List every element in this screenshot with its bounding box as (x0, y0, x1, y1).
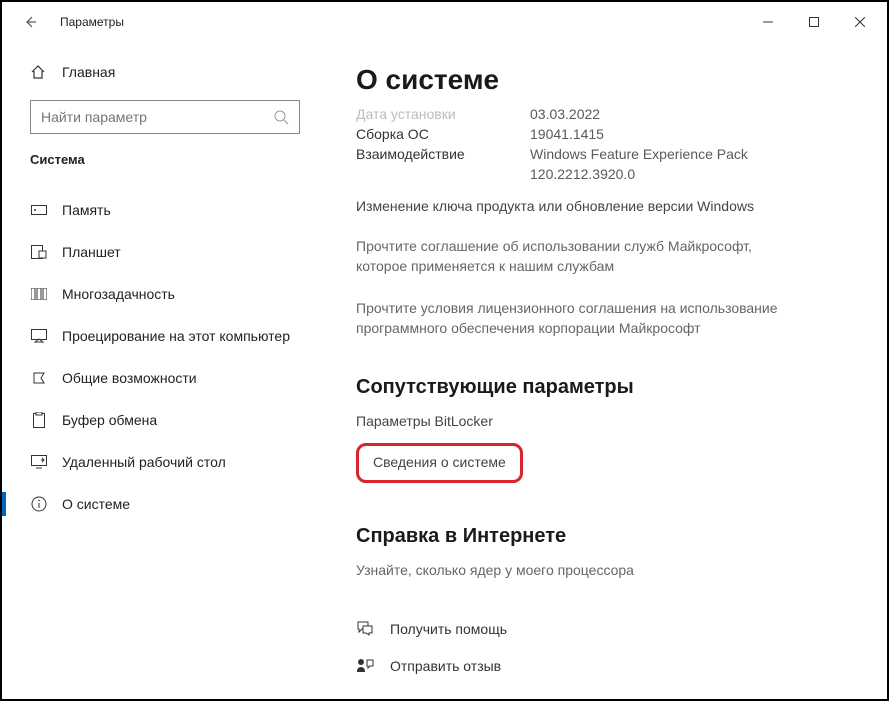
feedback-icon (356, 658, 376, 674)
install-date-label: Дата установки (356, 104, 530, 124)
home-icon (30, 64, 48, 80)
install-date-value: 03.03.2022 (530, 104, 600, 124)
license-terms-link[interactable]: Прочтите условия лицензионного соглашени… (356, 298, 796, 338)
help-heading: Справка в Интернете (356, 525, 851, 548)
storage-icon (30, 205, 48, 215)
experience-label: Взаимодействие (356, 144, 530, 184)
feedback-link[interactable]: Отправить отзыв (356, 658, 851, 674)
get-help-link[interactable]: Получить помощь (356, 620, 851, 638)
minimize-button[interactable] (745, 6, 791, 38)
multitasking-icon (30, 288, 48, 300)
close-button[interactable] (837, 6, 883, 38)
sidebar-item-clipboard[interactable]: Буфер обмена (2, 399, 322, 441)
maximize-button[interactable] (791, 6, 837, 38)
section-label: Система (2, 152, 322, 167)
search-input[interactable] (30, 100, 300, 134)
home-link[interactable]: Главная (2, 56, 322, 88)
os-build-value: 19041.1415 (530, 124, 604, 144)
back-button[interactable] (16, 8, 44, 36)
page-heading: О системе (356, 64, 851, 96)
about-icon (30, 496, 48, 512)
remote-icon (30, 455, 48, 469)
home-label: Главная (62, 64, 115, 80)
change-product-key-link[interactable]: Изменение ключа продукта или обновление … (356, 198, 851, 214)
sidebar-item-shared[interactable]: Общие возможности (2, 357, 322, 399)
tablet-icon (30, 245, 48, 259)
chat-icon (356, 620, 376, 638)
sidebar-item-multitasking[interactable]: Многозадачность (2, 273, 322, 315)
os-build-label: Сборка ОС (356, 124, 530, 144)
sidebar-item-storage[interactable]: Память (2, 189, 322, 231)
window-title: Параметры (60, 15, 124, 29)
related-heading: Сопутствующие параметры (356, 376, 851, 399)
system-info-link-highlighted[interactable]: Сведения о системе (356, 443, 523, 483)
cpu-cores-help-link[interactable]: Узнайте, сколько ядер у моего процессора (356, 562, 634, 578)
projecting-icon (30, 329, 48, 343)
search-icon (273, 109, 289, 125)
services-agreement-link[interactable]: Прочтите соглашение об использовании слу… (356, 236, 796, 276)
shared-icon (30, 371, 48, 385)
sidebar-item-projecting[interactable]: Проецирование на этот компьютер (2, 315, 322, 357)
sidebar-item-tablet[interactable]: Планшет (2, 231, 322, 273)
clipboard-icon (30, 412, 48, 428)
experience-value: Windows Feature Experience Pack 120.2212… (530, 144, 790, 184)
sidebar-item-remote[interactable]: Удаленный рабочий стол (2, 441, 322, 483)
sidebar-item-about[interactable]: О системе (2, 483, 322, 525)
bitlocker-link[interactable]: Параметры BitLocker (356, 413, 493, 429)
